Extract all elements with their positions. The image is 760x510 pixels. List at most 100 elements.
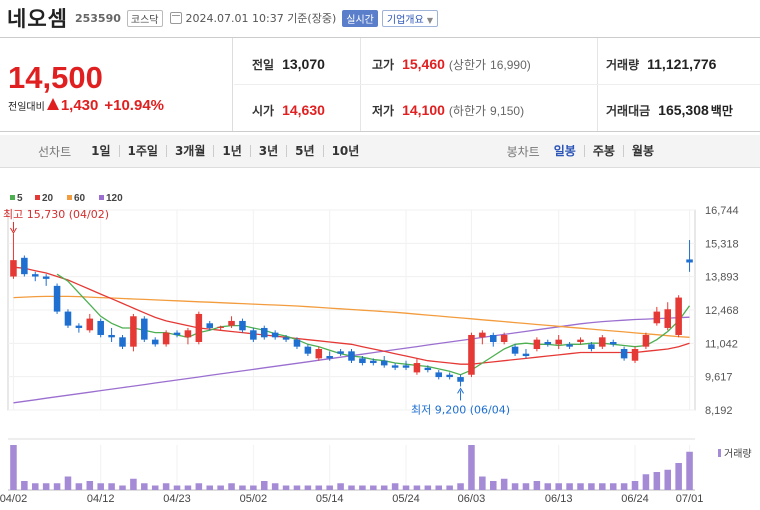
candle-body: [21, 257, 28, 275]
calendar-icon: [169, 12, 182, 24]
candle-body: [435, 372, 443, 378]
candle-body: [97, 320, 104, 335]
price-chart[interactable]: 8,192 9,617 11,042 12,468 13,893 15,318 16,744…: [0, 170, 760, 510]
volume-label: 거래량: [606, 58, 640, 72]
volume-bar: [42, 483, 50, 490]
candle-body: [162, 332, 170, 345]
candle-body: [577, 339, 584, 342]
volume-bar: [260, 481, 268, 490]
stock-header: 네오셈 253590 코스닥 2024.07.01 10:37 기준(장중) 실…: [0, 0, 760, 36]
period-3y[interactable]: 3년: [249, 145, 286, 157]
volume-bar: [413, 485, 421, 490]
volume-legend-swatch: [718, 449, 721, 457]
candle-daily[interactable]: 일봉: [546, 145, 584, 157]
candle-body: [653, 311, 661, 324]
market-badge: 코스닥: [126, 9, 163, 27]
candle-body: [446, 374, 453, 378]
candle-body: [119, 337, 126, 347]
period-10y[interactable]: 10년: [322, 145, 368, 157]
candle-body: [588, 344, 595, 350]
prev-close: 전일 13,070: [252, 56, 325, 73]
x-tick-label: 04/02: [0, 493, 27, 505]
volume-bar: [53, 483, 61, 490]
period-1d[interactable]: 1일: [83, 145, 118, 157]
volume-bar: [479, 476, 486, 490]
candle-body: [686, 259, 693, 263]
period-5y[interactable]: 5년: [286, 145, 322, 157]
y-tick-label: 11,042: [705, 338, 738, 350]
legend-label: 120: [106, 193, 123, 204]
volume-bar: [173, 485, 181, 490]
volume-bar: [424, 485, 432, 490]
candle-body: [260, 327, 268, 338]
volume-bar: [359, 485, 366, 490]
low-value: 14,100: [402, 102, 445, 118]
amount-unit: 백만: [710, 104, 733, 118]
high-value: 15,460: [402, 56, 445, 72]
y-tick-label: 8,192: [705, 405, 733, 417]
candle-body: [304, 346, 312, 354]
x-tick-label: 07/01: [676, 493, 704, 505]
candle-body: [217, 326, 224, 328]
ma60-line: [13, 295, 690, 338]
candle-body: [195, 313, 203, 342]
volume-bar: [631, 481, 639, 490]
period-toolbar: 선차트 1일 1주일 3개월 1년 3년 5년 10년 봉차트 일봉 주봉 월봉: [0, 135, 760, 168]
volume-bar: [304, 485, 312, 490]
volume-bar: [293, 485, 301, 490]
candle-body: [370, 360, 377, 364]
realtime-button[interactable]: 실시간: [342, 9, 378, 27]
candle-monthly[interactable]: 월봉: [622, 145, 662, 157]
legend-swatch: [99, 195, 104, 200]
volume-bar: [21, 481, 28, 490]
y-tick-label: 16,744: [705, 205, 739, 217]
high-annotation: 최고 15,730 (04/02): [3, 208, 109, 221]
volume-bar: [653, 472, 661, 490]
candle-weekly[interactable]: 주봉: [583, 145, 623, 157]
divider: [234, 84, 760, 85]
change-percent: +10.94%: [104, 97, 164, 114]
volume-bar: [402, 485, 410, 490]
candle-body: [130, 316, 137, 347]
change-value: 1,430: [60, 97, 99, 114]
open-value: 14,630: [282, 102, 325, 118]
volume-bar: [522, 483, 530, 490]
candle-body: [271, 332, 279, 338]
stock-name: 네오셈: [7, 7, 68, 31]
candle-body: [239, 320, 246, 331]
candle-body: [206, 323, 214, 328]
volume-bar: [468, 445, 475, 490]
candle-body: [457, 377, 464, 382]
period-1w[interactable]: 1주일: [118, 145, 166, 157]
volume-bar: [664, 469, 672, 490]
candle-body: [544, 341, 552, 345]
volume-bar: [162, 483, 170, 490]
legend-label: 20: [42, 193, 54, 204]
volume-bar: [544, 483, 552, 490]
company-info-dropdown[interactable]: 기업개요 ▼: [381, 9, 439, 27]
volume-bar: [86, 481, 94, 490]
period-3m[interactable]: 3개월: [165, 145, 213, 157]
period-1y[interactable]: 1년: [213, 145, 249, 157]
volume-label: 거래량: [724, 448, 752, 460]
candle-body: [413, 363, 421, 373]
x-tick-label: 05/14: [316, 493, 344, 505]
legend-swatch: [10, 195, 15, 200]
volume-bar: [31, 483, 39, 490]
y-tick-label: 15,318: [705, 238, 739, 250]
candle-body: [664, 309, 672, 328]
volume-bar: [75, 483, 83, 490]
volume-bar: [195, 483, 203, 490]
legend-swatch: [67, 195, 72, 200]
candle-body: [31, 274, 39, 277]
stock-code: 253590: [74, 11, 121, 25]
volume-bar: [10, 445, 17, 490]
volume-bar: [337, 483, 344, 490]
x-tick-label: 05/02: [240, 493, 268, 505]
candle-body: [293, 339, 301, 347]
volume-bar: [228, 483, 235, 490]
candle-body: [391, 365, 399, 368]
candle-body: [10, 260, 17, 277]
candle-body: [359, 358, 366, 364]
amount-value: 165,308: [658, 102, 709, 118]
